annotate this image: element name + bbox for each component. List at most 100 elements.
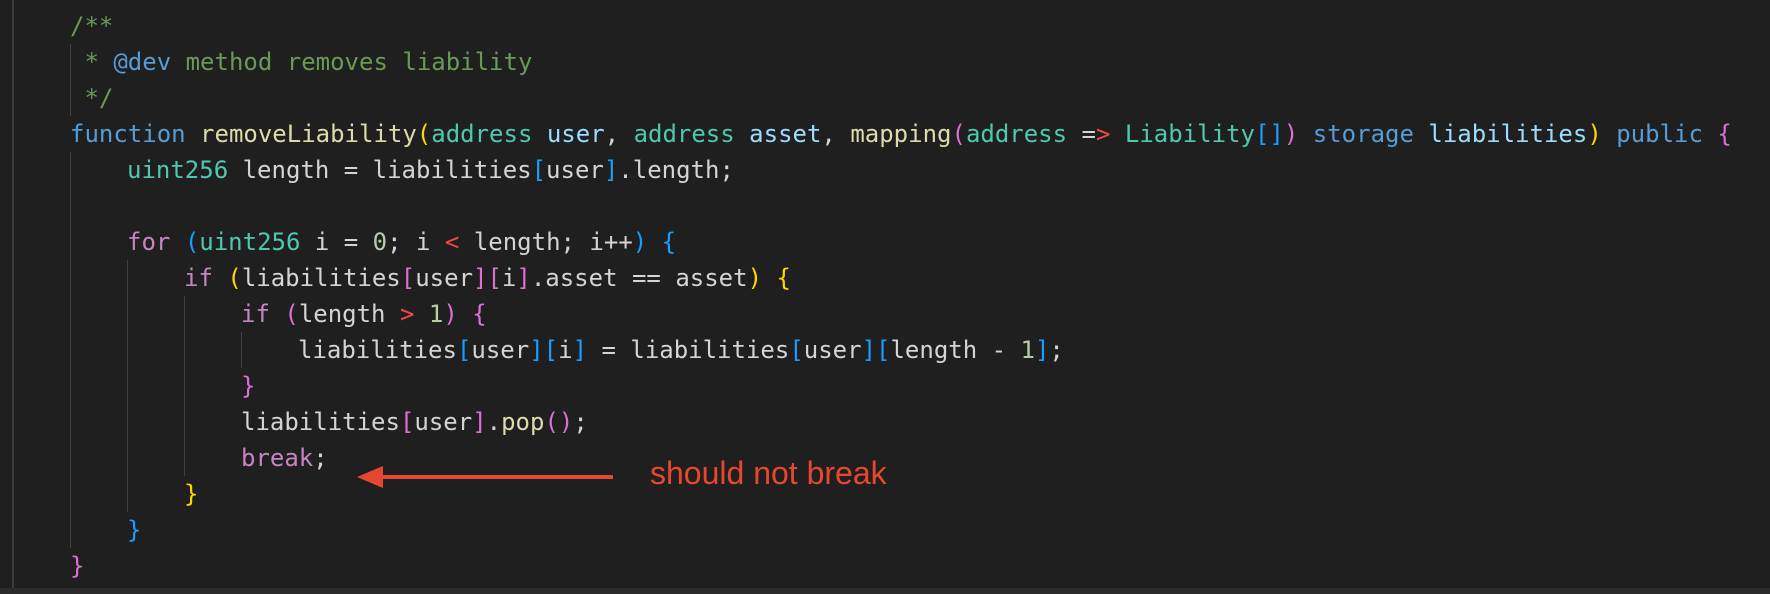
arrow-left-icon xyxy=(357,466,613,488)
code-token: address xyxy=(431,120,533,148)
code-line[interactable] xyxy=(70,188,1732,224)
code-token: , xyxy=(604,120,634,148)
code-token: user xyxy=(415,264,474,292)
code-token: } xyxy=(184,480,199,508)
code-token: liabilities xyxy=(241,408,400,436)
code-token: ( xyxy=(951,120,966,148)
code-token: > xyxy=(1096,120,1111,148)
code-token: length - xyxy=(890,336,1021,364)
code-token: [ xyxy=(789,336,804,364)
code-line[interactable]: } xyxy=(70,512,1732,548)
code-token: if xyxy=(184,264,213,292)
code-editor[interactable]: /** * @dev method removes liability */ fu… xyxy=(0,0,1770,594)
code-line[interactable]: break; xyxy=(70,440,1732,476)
code-token: [ xyxy=(456,336,472,364)
code-line[interactable]: */ xyxy=(70,80,1732,116)
code-token: Liability xyxy=(1124,120,1255,148)
code-token: uint256 xyxy=(127,156,229,184)
code-token: { xyxy=(1717,120,1732,148)
code-line[interactable]: if (liabilities[user][i].asset == asset)… xyxy=(70,260,1732,296)
code-token: public xyxy=(1616,120,1703,148)
code-token: ) xyxy=(1283,120,1299,148)
code-token: ] xyxy=(1034,336,1050,364)
code-token: = xyxy=(1067,120,1096,148)
indent-guide xyxy=(70,152,71,548)
code-token: , xyxy=(821,120,851,148)
code-token: } xyxy=(70,552,85,580)
code-token: user xyxy=(803,336,862,364)
code-token: if xyxy=(241,300,270,328)
code-token: [ xyxy=(543,336,559,364)
code-token: mapping xyxy=(850,120,952,148)
code-token: ] xyxy=(473,264,488,292)
code-token: ] xyxy=(472,408,487,436)
code-token: } xyxy=(127,516,142,544)
editor-left-border xyxy=(12,0,14,594)
code-token: length = liabilities xyxy=(228,156,532,184)
code-token: ( xyxy=(284,300,299,328)
code-token: asset xyxy=(749,120,822,148)
code-token: [ xyxy=(487,264,502,292)
code-token: ] xyxy=(861,336,877,364)
code-line[interactable]: } xyxy=(70,476,1732,512)
code-line[interactable]: * @dev method removes liability xyxy=(70,44,1732,80)
code-token: } xyxy=(241,372,256,400)
code-token: pop xyxy=(501,408,545,436)
code-token: i xyxy=(558,336,573,364)
code-token: [ xyxy=(400,264,416,292)
code-line[interactable]: } xyxy=(70,368,1732,404)
code-line[interactable]: function removeLiability(address user, a… xyxy=(70,116,1732,152)
comment-guide xyxy=(70,44,71,116)
code-token: [ xyxy=(876,336,891,364)
code-line[interactable]: for (uint256 i = 0; i < length; i++) { xyxy=(70,224,1732,260)
code-token: ; xyxy=(1049,336,1064,364)
code-token: { xyxy=(661,228,677,256)
code-token: liabilities xyxy=(1428,120,1588,148)
code-token: for xyxy=(127,228,171,256)
code-token: function xyxy=(70,120,186,148)
code-token: ; i xyxy=(387,228,445,256)
code-area[interactable]: /** * @dev method removes liability */ fu… xyxy=(70,8,1732,584)
code-token: storage xyxy=(1312,120,1414,148)
code-token: ( xyxy=(184,228,200,256)
code-token: 1 xyxy=(428,300,444,328)
code-token: liabilities xyxy=(298,336,457,364)
code-line[interactable]: uint256 length = liabilities[user].lengt… xyxy=(70,152,1732,188)
code-token: removeLiability xyxy=(200,120,417,148)
code-line[interactable]: liabilities[user][i] = liabilities[user]… xyxy=(70,332,1732,368)
code-token: [ xyxy=(1254,120,1270,148)
code-token: > xyxy=(399,300,415,328)
code-token: user xyxy=(546,156,604,184)
code-token: 0 xyxy=(372,228,388,256)
code-token: length; i++ xyxy=(459,228,633,256)
editor-bottom-border xyxy=(0,588,1770,594)
code-line[interactable]: } xyxy=(70,548,1732,584)
code-token: */ xyxy=(70,84,114,112)
code-token: user xyxy=(414,408,473,436)
code-token: .asset == asset xyxy=(530,264,748,292)
code-token: ( xyxy=(416,120,432,148)
indent-guide xyxy=(184,296,185,476)
code-token: ) xyxy=(443,300,458,328)
code-line[interactable]: /** xyxy=(70,8,1732,44)
code-line[interactable]: if (length > 1) { xyxy=(70,296,1732,332)
code-token: liabilities xyxy=(241,264,401,292)
code-token: user xyxy=(546,120,605,148)
code-token: address xyxy=(965,120,1068,148)
code-token: < xyxy=(444,228,460,256)
code-token: .length; xyxy=(618,156,734,184)
code-token: ] xyxy=(1269,120,1284,148)
code-token: ] xyxy=(516,264,531,292)
code-token: ] xyxy=(529,336,544,364)
code-token: method removes liability xyxy=(171,48,533,76)
code-line[interactable]: liabilities[user].pop(); xyxy=(70,404,1732,440)
